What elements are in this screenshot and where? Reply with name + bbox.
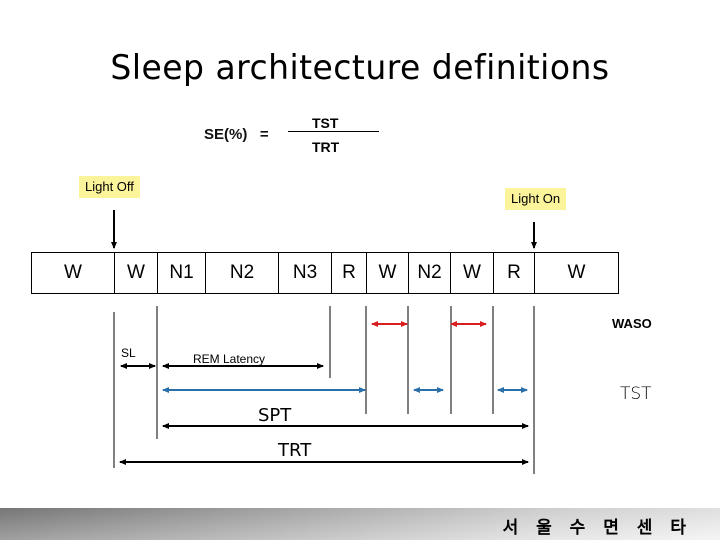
timeline-overlay <box>111 210 537 474</box>
sl-label: SL <box>121 346 136 360</box>
rem-latency-label: REM Latency <box>193 352 266 366</box>
waso-label: WASO <box>612 316 652 331</box>
trt-label: TRT <box>278 440 312 461</box>
footer-bar: 서 울 수 면 센 타 <box>0 508 720 540</box>
organization-name: 서 울 수 면 센 타 <box>502 518 692 538</box>
tst-label: TST <box>620 384 652 404</box>
spt-label: SPT <box>258 405 292 426</box>
